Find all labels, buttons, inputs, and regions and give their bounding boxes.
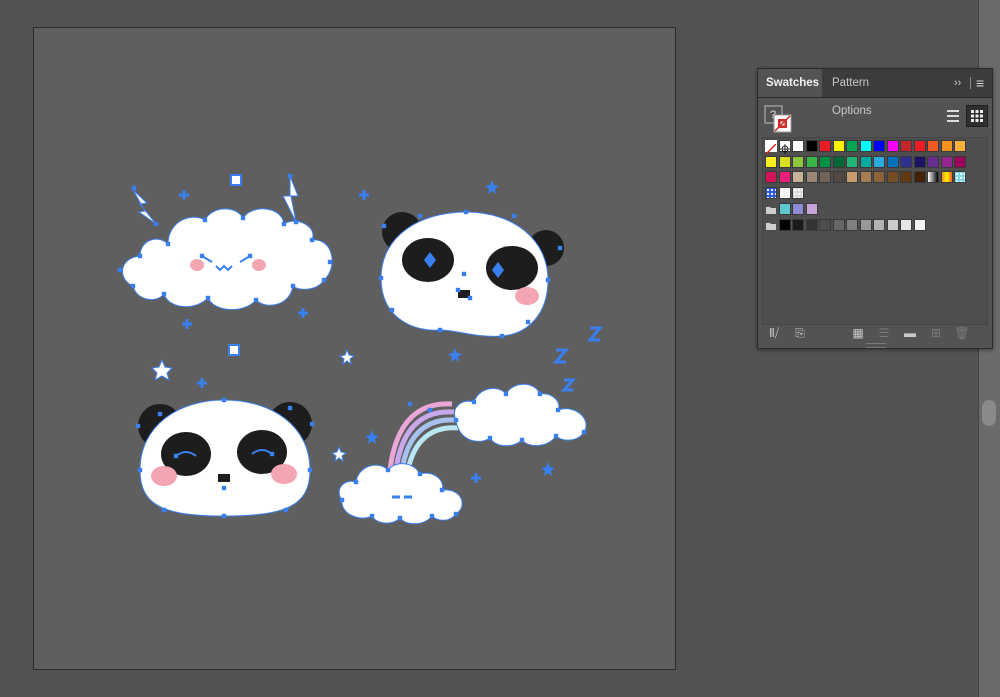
scrollbar-thumb[interactable] [982, 400, 996, 426]
swatch[interactable] [873, 140, 885, 152]
swatch[interactable] [792, 186, 804, 199]
swatch[interactable] [805, 140, 818, 152]
grid-view-icon[interactable] [966, 105, 988, 127]
swatch[interactable] [846, 171, 858, 183]
swatch[interactable] [778, 203, 791, 215]
panel-resize-grip[interactable] [866, 343, 886, 348]
swatch[interactable] [792, 218, 804, 231]
swatch[interactable] [846, 155, 858, 168]
swatch[interactable] [805, 155, 818, 168]
swatch[interactable] [873, 155, 885, 168]
swatch[interactable] [913, 171, 926, 183]
swatch[interactable] [886, 171, 899, 183]
swatch[interactable] [913, 155, 926, 168]
swatch[interactable] [792, 140, 804, 152]
panel-tab-bar: Swatches Pattern Options ›› ≡ [758, 69, 992, 117]
swatch[interactable] [886, 155, 899, 168]
swatch[interactable] [778, 140, 791, 154]
swatch[interactable] [792, 203, 804, 215]
swatch[interactable] [832, 140, 845, 152]
swatch[interactable] [832, 171, 845, 183]
swatch[interactable] [886, 140, 899, 152]
swatch[interactable] [873, 218, 885, 231]
swatch[interactable] [819, 155, 831, 168]
swatch[interactable] [859, 218, 872, 231]
z-letters[interactable] [552, 326, 604, 392]
place-swatches-icon[interactable]: ⎘ [792, 325, 808, 341]
swatch[interactable] [886, 218, 899, 231]
swatch[interactable] [819, 140, 831, 152]
swatch[interactable] [927, 171, 939, 183]
swatch[interactable] [900, 171, 912, 183]
delete-swatch-icon[interactable]: 🗑 [954, 325, 970, 341]
fill-stroke-indicator[interactable]: ? [764, 105, 794, 135]
lightning-bolt-left[interactable] [132, 189, 157, 225]
swatch-libraries-icon[interactable]: Ⅱ⧸ [766, 325, 782, 341]
new-color-group-icon[interactable]: ▬ [902, 325, 918, 341]
swatch[interactable] [913, 218, 926, 231]
swatch[interactable] [819, 171, 831, 183]
swatch-folder-icon[interactable] [765, 219, 777, 231]
swatch[interactable] [873, 171, 885, 183]
swatch[interactable] [859, 171, 872, 183]
swatch[interactable] [859, 155, 872, 168]
swatch[interactable] [832, 218, 845, 231]
swatch[interactable] [954, 140, 966, 152]
swatch[interactable] [859, 140, 872, 152]
tab-swatches[interactable]: Swatches [758, 69, 822, 97]
swatch[interactable] [805, 171, 818, 183]
swatch-grid [762, 137, 988, 325]
swatch[interactable] [792, 171, 804, 183]
swatch[interactable] [765, 155, 777, 168]
swatch[interactable] [927, 155, 939, 168]
swatch[interactable] [765, 186, 777, 199]
swatch[interactable] [954, 171, 966, 183]
swatch[interactable] [900, 218, 912, 231]
rainbow-clouds[interactable] [338, 383, 587, 525]
swatch-folder-icon[interactable] [765, 203, 777, 215]
panda-top[interactable] [380, 211, 564, 337]
swatch[interactable] [832, 155, 845, 168]
swatch[interactable] [819, 218, 831, 231]
swatch[interactable] [805, 203, 818, 215]
panda-bottom[interactable] [138, 399, 312, 517]
swatch[interactable] [792, 155, 804, 168]
swatch[interactable] [778, 218, 791, 231]
double-chevron-right-icon[interactable]: ›› [954, 69, 961, 97]
tab-pattern-options[interactable]: Pattern Options [824, 69, 916, 117]
swatch[interactable] [940, 155, 953, 168]
lightning-bolt-right[interactable] [282, 175, 299, 223]
swatch[interactable] [900, 140, 912, 152]
hamburger-menu-icon[interactable]: ≡ [976, 69, 984, 97]
show-kinds-icon[interactable]: ▦ [850, 325, 866, 341]
list-view-icon[interactable] [942, 105, 964, 127]
new-swatch-icon[interactable]: ⊞ [928, 325, 944, 341]
swatch[interactable] [778, 186, 791, 199]
swatch[interactable] [778, 171, 791, 183]
swatch[interactable] [940, 140, 953, 152]
tab-divider [970, 77, 971, 89]
swatch[interactable] [913, 140, 926, 152]
swatch[interactable] [765, 171, 777, 183]
swatch[interactable] [765, 140, 777, 155]
swatch[interactable] [846, 218, 858, 231]
swatch[interactable] [940, 171, 953, 183]
swatch[interactable] [846, 140, 858, 152]
swatch[interactable] [805, 218, 818, 231]
swatch[interactable] [927, 140, 939, 152]
swatch-options-icon[interactable]: ☰ [876, 325, 892, 341]
swatch[interactable] [778, 155, 791, 168]
swatch[interactable] [954, 155, 966, 168]
swatches-panel: Swatches Pattern Options ›› ≡ ? Ⅱ⧸ ⎘ ▦ ☰… [757, 68, 993, 349]
swatch[interactable] [900, 155, 912, 168]
